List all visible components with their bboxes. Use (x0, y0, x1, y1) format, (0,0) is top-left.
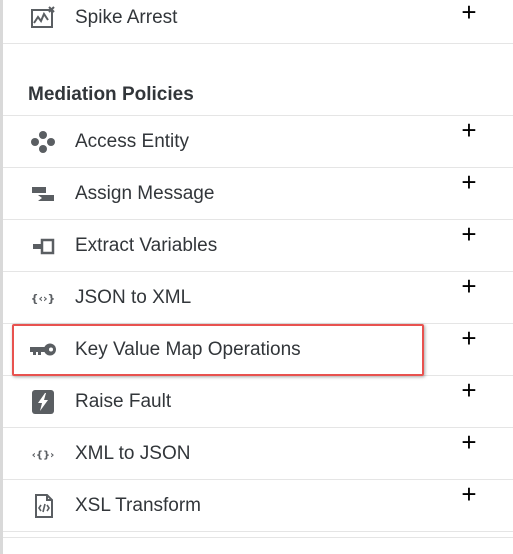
section-title: Mediation Policies (28, 84, 194, 105)
svg-text:‹{}›: ‹{}› (32, 450, 54, 461)
add-policy-button[interactable]: + (457, 0, 481, 25)
highlight-box (12, 324, 424, 376)
add-policy-button[interactable]: + (457, 117, 481, 143)
policy-label: XSL Transform (75, 494, 202, 516)
assign-message-icon (29, 181, 57, 207)
add-policy-button[interactable]: + (457, 169, 481, 195)
section-header-mediation-policies: Mediation Policies (3, 50, 513, 116)
policy-label: Assign Message (75, 182, 215, 204)
policy-label: Spike Arrest (75, 6, 178, 28)
policy-label: XML to JSON (75, 442, 191, 464)
raise-fault-icon (29, 389, 57, 415)
list-divider (3, 537, 513, 538)
extract-variables-icon (29, 233, 57, 259)
policy-label: Raise Fault (75, 390, 172, 412)
xml-to-json-icon: ‹{}› (29, 441, 57, 467)
policy-label: JSON to XML (75, 286, 192, 308)
add-policy-button[interactable]: + (457, 325, 481, 351)
policy-row-extract-variables[interactable]: Extract Variables + (3, 220, 513, 272)
policy-row-raise-fault[interactable]: Raise Fault + (3, 376, 513, 428)
svg-text:{‹›}: {‹›} (31, 292, 56, 305)
policy-label: Access Entity (75, 130, 190, 152)
policy-row-xml-to-json[interactable]: ‹{}› XML to JSON + (3, 428, 513, 480)
add-policy-button[interactable]: + (457, 221, 481, 247)
spike-arrest-icon (29, 5, 57, 31)
policy-row-spike-arrest[interactable]: Spike Arrest + (3, 0, 513, 44)
policy-row-assign-message[interactable]: Assign Message + (3, 168, 513, 220)
xsl-transform-icon (29, 493, 57, 519)
add-policy-button[interactable]: + (457, 429, 481, 455)
add-policy-button[interactable]: + (457, 273, 481, 299)
policy-row-json-to-xml[interactable]: {‹›} JSON to XML + (3, 272, 513, 324)
add-policy-button[interactable]: + (457, 377, 481, 403)
policy-label: Extract Variables (75, 234, 218, 256)
policy-row-access-entity[interactable]: Access Entity + (3, 116, 513, 168)
json-to-xml-icon: {‹›} (29, 285, 57, 311)
add-policy-button[interactable]: + (457, 481, 481, 507)
access-entity-icon (29, 129, 57, 155)
policy-row-xsl-transform[interactable]: XSL Transform + (3, 480, 513, 532)
